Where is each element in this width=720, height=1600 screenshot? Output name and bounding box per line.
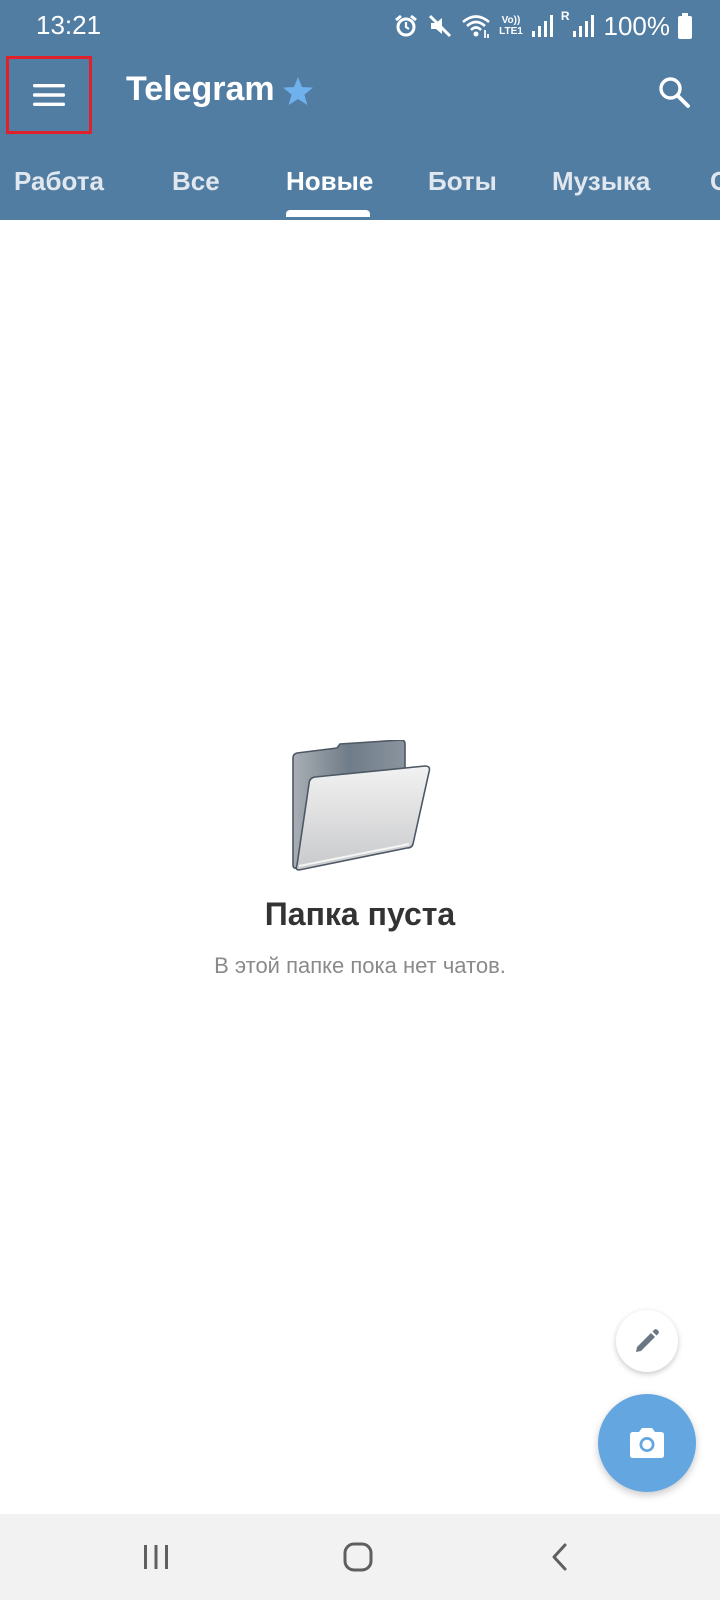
empty-state-title: Папка пуста [264, 896, 456, 932]
camera-button[interactable] [598, 1394, 696, 1492]
tab-overflow[interactable]: С [710, 166, 720, 197]
new-message-button[interactable] [616, 1310, 678, 1372]
recents-button[interactable] [126, 1534, 186, 1580]
battery-percent: 100% [603, 10, 671, 41]
home-icon [343, 1542, 373, 1572]
alarm-icon [395, 14, 418, 37]
empty-state-subtitle: В этой папке пока нет чатов. [214, 953, 506, 978]
app-title: Telegram [126, 70, 275, 108]
camera-icon [630, 1428, 664, 1458]
menu-button[interactable] [6, 56, 92, 134]
wifi-icon [462, 15, 490, 38]
star-icon[interactable] [282, 76, 314, 106]
volte-top-label: Vo)) [501, 15, 521, 26]
search-icon [659, 77, 690, 108]
tab-rabota[interactable]: Работа [14, 166, 104, 197]
active-tab-indicator [286, 210, 370, 217]
roaming-indicator: R [560, 9, 570, 23]
menu-icon [33, 84, 65, 106]
status-icons: Vo)) LTE1 R 100% [393, 9, 692, 41]
roaming-label: R [560, 9, 570, 23]
search-button[interactable] [650, 68, 698, 116]
back-icon [552, 1543, 567, 1571]
tab-muzyka[interactable]: Музыка [552, 166, 650, 197]
back-button[interactable] [530, 1534, 590, 1580]
mute-icon [429, 14, 452, 38]
battery-icon [678, 13, 692, 39]
volte-bottom-label: LTE1 [499, 26, 523, 37]
tab-vse[interactable]: Все [172, 166, 220, 197]
status-time: 13:21 [36, 10, 102, 40]
folder-icon [292, 740, 431, 871]
recents-icon [144, 1545, 168, 1569]
app-bar: 13:21 Vo)) LTE1 R 100% Telegram Работа В… [0, 0, 720, 220]
home-button[interactable] [328, 1534, 388, 1580]
status-bar: 13:21 Vo)) LTE1 R 100% [0, 0, 720, 52]
signal-icon [531, 15, 553, 37]
tab-boty[interactable]: Боты [428, 166, 497, 197]
tab-novye[interactable]: Новые [286, 166, 373, 197]
system-nav-bar [0, 1514, 720, 1600]
folder-tabs: Работа Все Новые Боты Музыка С [0, 160, 720, 220]
signal-2-icon [572, 15, 594, 37]
empty-state: Папка пуста В этой папке пока нет чатов. [0, 740, 720, 979]
pencil-icon [636, 1329, 659, 1352]
volte-indicator: Vo)) LTE1 [499, 15, 523, 37]
